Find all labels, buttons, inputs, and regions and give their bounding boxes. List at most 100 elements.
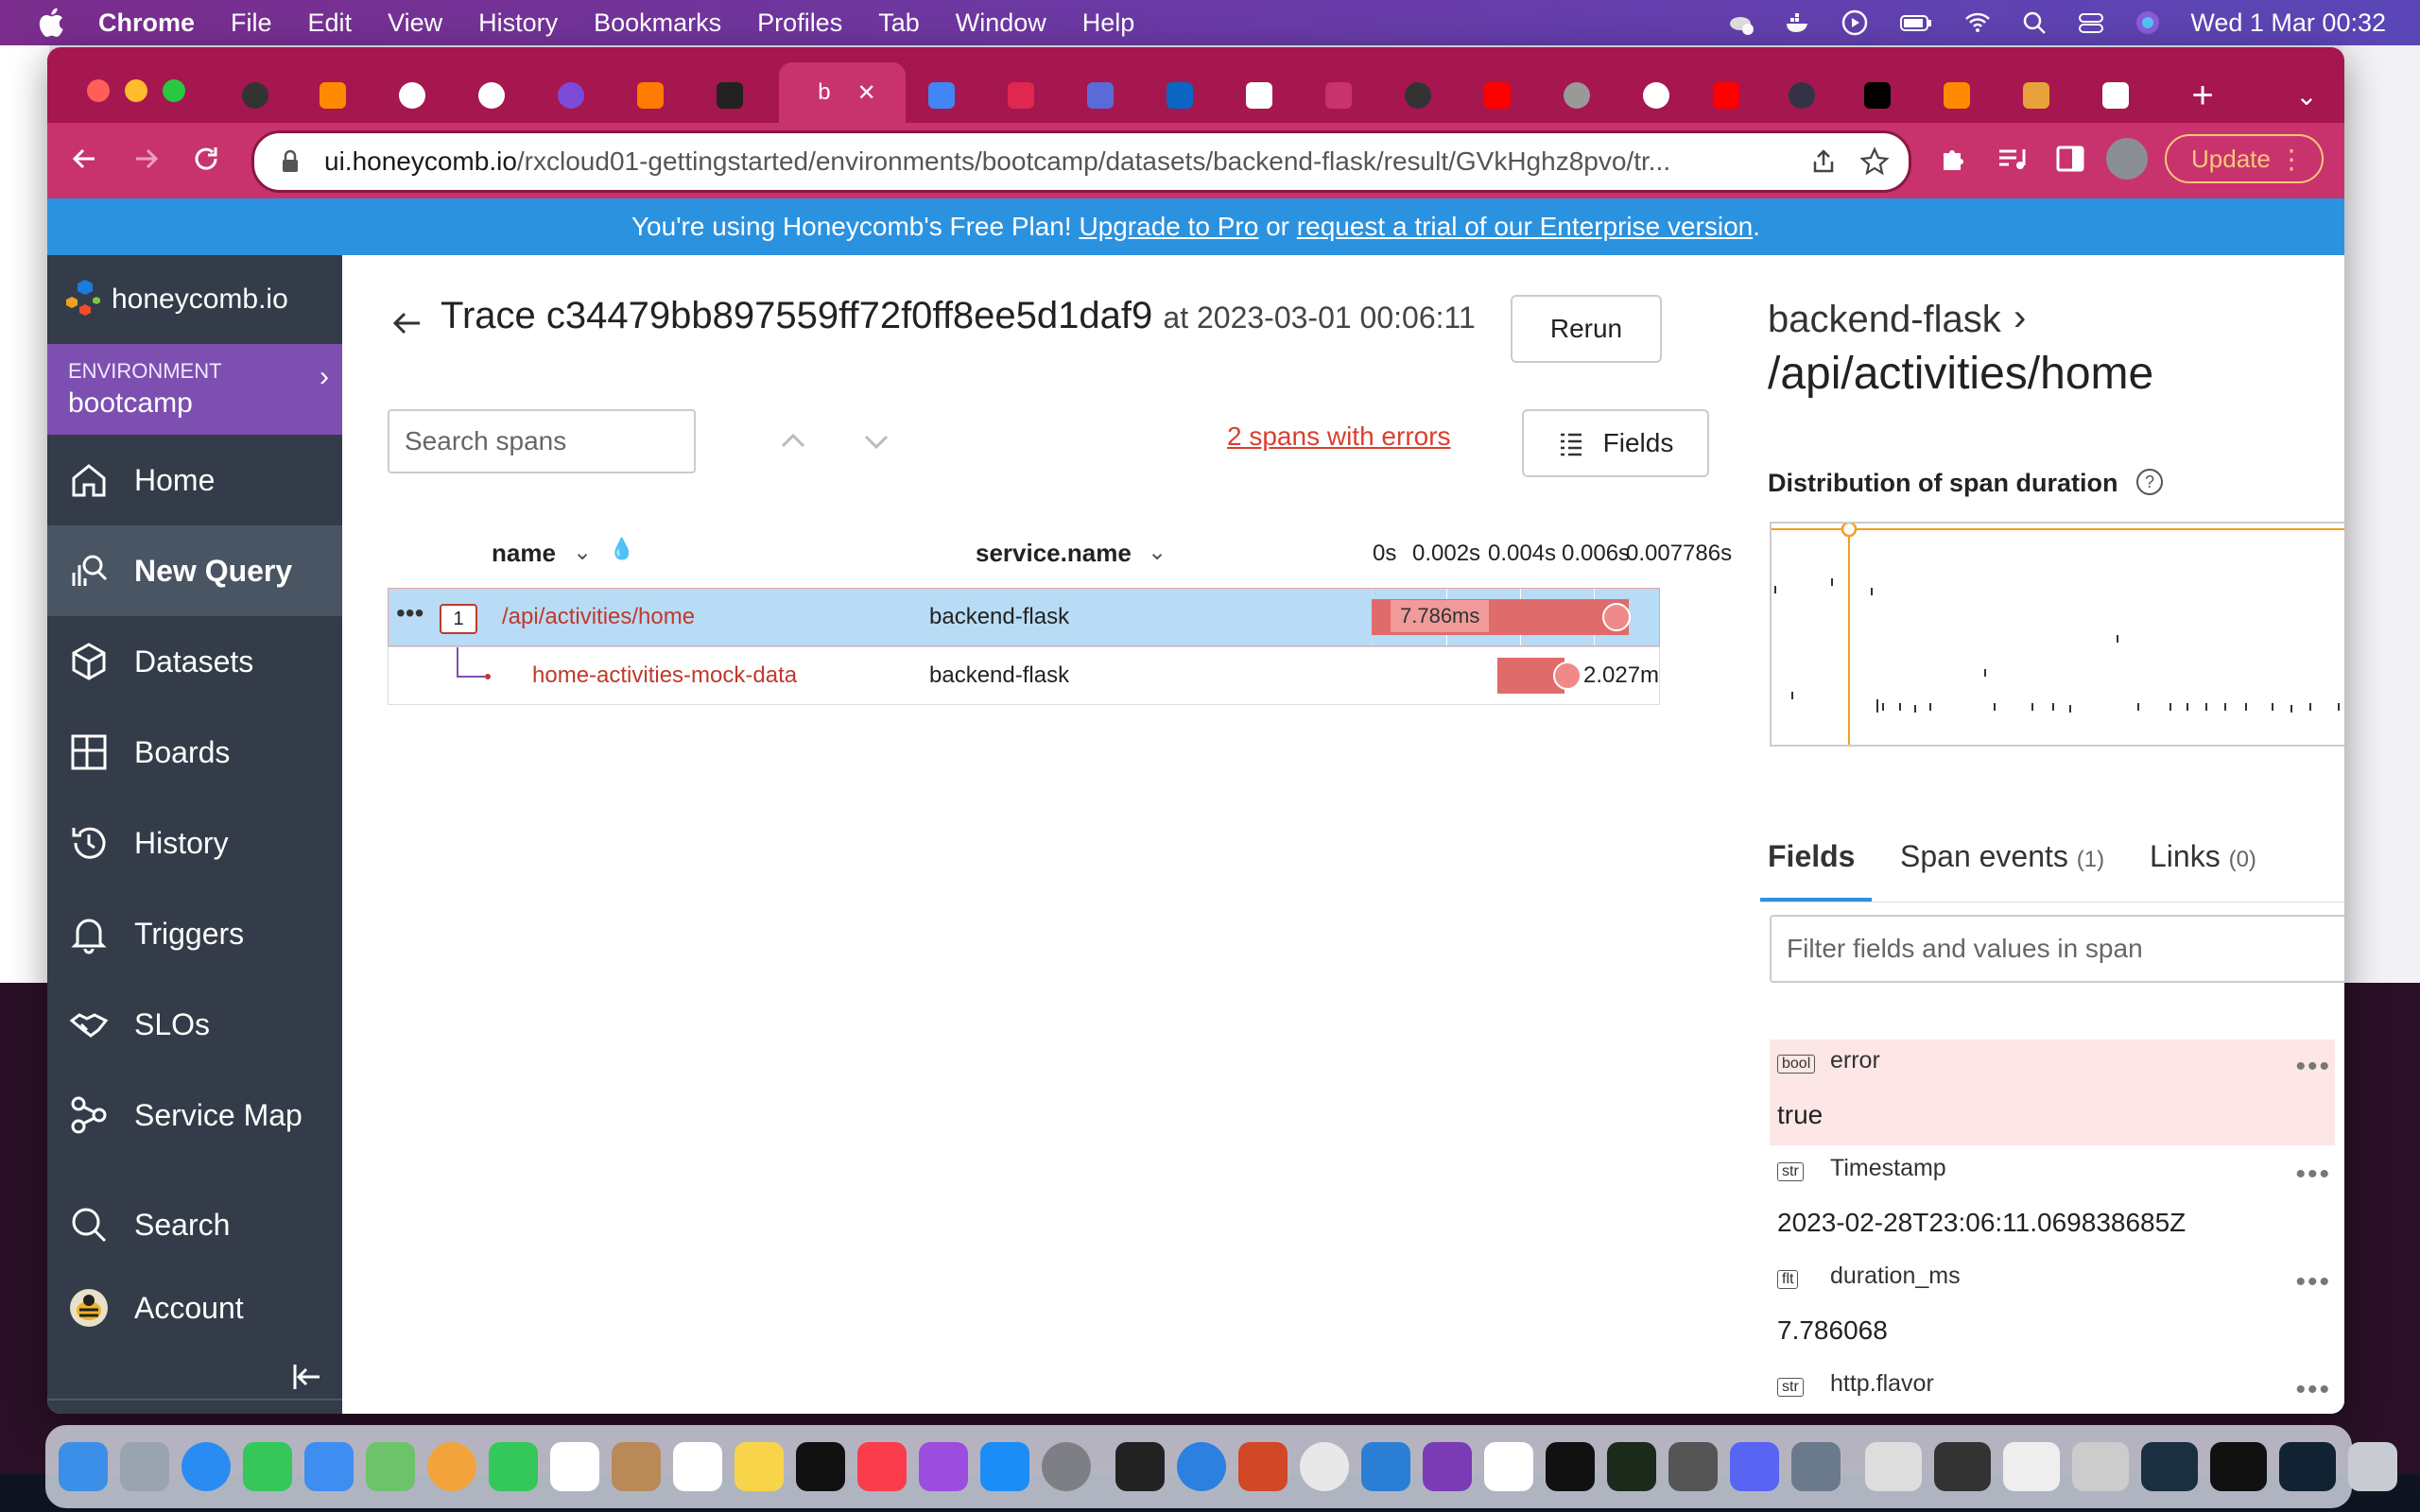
nav-triggers[interactable]: Triggers [47, 888, 342, 979]
calendar-icon[interactable] [550, 1442, 599, 1491]
terminal-icon[interactable] [1115, 1442, 1165, 1491]
tab-linkedin[interactable] [1151, 66, 1208, 125]
menu-tab[interactable]: Tab [878, 9, 920, 38]
nav-home[interactable]: Home [47, 435, 342, 525]
fields-button[interactable]: Fields [1522, 409, 1709, 477]
menu-profiles[interactable]: Profiles [757, 9, 842, 38]
drop-icon[interactable]: 💧 [609, 537, 634, 561]
tab-span-events[interactable]: Span events (1) [1900, 839, 2104, 874]
wifi-icon[interactable] [1963, 9, 1992, 37]
recent-window-thumb[interactable] [2141, 1442, 2198, 1491]
span-name-root[interactable]: /api/activities/home [502, 604, 695, 630]
siri-icon[interactable] [2134, 9, 2162, 37]
recent-window-thumb[interactable] [2003, 1442, 2060, 1491]
nav-search[interactable]: Search [47, 1179, 342, 1270]
span-duration-histogram[interactable] [1770, 522, 2344, 747]
back-arrow-icon[interactable] [388, 304, 425, 342]
field-menu-dots-icon[interactable]: ••• [2295, 1159, 2331, 1191]
tab-box[interactable] [2008, 66, 2065, 125]
music-icon[interactable] [857, 1442, 907, 1491]
menu-window[interactable]: Window [956, 9, 1046, 38]
menu-bookmarks[interactable]: Bookmarks [594, 9, 721, 38]
environment-selector[interactable]: ENVIRONMENT bootcamp › [47, 344, 342, 435]
tab-github-2[interactable] [1390, 66, 1446, 125]
tab-medium[interactable] [1849, 66, 1906, 125]
menu-history[interactable]: History [478, 9, 558, 38]
column-name[interactable]: name [492, 539, 556, 568]
field-menu-dots-icon[interactable]: ••• [2295, 1051, 2331, 1083]
activity-monitor-icon[interactable] [1607, 1442, 1656, 1491]
chrome-icon[interactable] [1300, 1442, 1349, 1491]
span-row-root[interactable]: ••• 1 /api/activities/home backend-flask… [388, 588, 1660, 646]
nav-service-map[interactable]: Service Map [47, 1070, 342, 1160]
photos-icon[interactable] [427, 1442, 476, 1491]
recent-window-thumb[interactable] [1934, 1442, 1991, 1491]
row-menu-dots-icon[interactable]: ••• [396, 598, 424, 628]
apple-tv-icon[interactable] [796, 1442, 845, 1491]
menu-app-name[interactable]: Chrome [98, 9, 195, 38]
address-bar[interactable]: ui.honeycomb.io/rxcloud01-gettingstarted… [251, 130, 1911, 193]
service-sort-chevron-icon[interactable]: ⌄ [1148, 539, 1167, 566]
battery-icon[interactable] [1897, 9, 1935, 37]
nav-history[interactable]: History [47, 798, 342, 888]
migration-icon[interactable] [1668, 1442, 1718, 1491]
tab-momento[interactable] [993, 66, 1049, 125]
back-icon[interactable] [68, 142, 102, 176]
tab-ext[interactable] [543, 66, 599, 125]
tab-honeycomb-active[interactable]: b ✕ [779, 62, 906, 123]
spotlight-icon[interactable] [2020, 9, 2048, 37]
column-service-name[interactable]: service.name [976, 539, 1132, 568]
lock-icon[interactable] [281, 149, 300, 174]
chevron-right-icon[interactable]: › [2014, 297, 2026, 339]
finder-icon[interactable] [59, 1442, 108, 1491]
tab-fields[interactable]: Fields [1768, 839, 1855, 874]
nav-datasets[interactable]: Datasets [47, 616, 342, 707]
play-icon[interactable] [1841, 9, 1869, 37]
tab-aws[interactable] [622, 66, 679, 125]
system-settings-icon[interactable] [1042, 1442, 1091, 1491]
error-marker-icon[interactable] [1602, 603, 1631, 631]
tab-web-1[interactable] [384, 66, 441, 125]
field-row-error[interactable]: bool error true ••• [1770, 1040, 2335, 1145]
tab-dark[interactable] [1773, 66, 1830, 125]
reload-icon[interactable] [189, 142, 223, 176]
field-menu-dots-icon[interactable]: ••• [2295, 1374, 2331, 1406]
powerpoint-icon[interactable] [1238, 1442, 1288, 1491]
rerun-button[interactable]: Rerun [1511, 295, 1662, 363]
chevron-up-icon[interactable] [777, 425, 809, 457]
zoom-window-button[interactable] [163, 79, 185, 102]
nav-slos[interactable]: SLOs [47, 979, 342, 1070]
chevron-down-icon[interactable] [860, 425, 892, 457]
menu-clock[interactable]: Wed 1 Mar 00:32 [2190, 9, 2386, 38]
reminders-icon[interactable] [673, 1442, 722, 1491]
share-icon[interactable] [1810, 148, 1837, 175]
minimize-window-button[interactable] [125, 79, 147, 102]
tab-gitpod-2[interactable] [1928, 66, 1985, 125]
forward-icon[interactable] [129, 142, 163, 176]
onenote-icon[interactable] [1423, 1442, 1472, 1491]
mail-icon[interactable] [304, 1442, 354, 1491]
tab-youtube-1[interactable] [1469, 66, 1526, 125]
recent-window-thumb[interactable] [2279, 1442, 2336, 1491]
docker-icon[interactable] [1784, 9, 1812, 37]
tab-web-2[interactable] [463, 66, 520, 125]
tab-web-3[interactable] [1628, 66, 1685, 125]
tab-search-chevron-icon[interactable]: ⌄ [2278, 66, 2335, 125]
enterprise-trial-link[interactable]: request a trial of our Enterprise versio… [1297, 212, 1753, 242]
honeycomb-logo[interactable]: honeycomb.io [47, 255, 342, 344]
new-tab-button[interactable]: + [2174, 66, 2231, 125]
recent-window-thumb[interactable] [2072, 1442, 2129, 1491]
filter-fields-input[interactable]: Filter fields and values in span [1770, 915, 2344, 983]
close-window-button[interactable] [87, 79, 110, 102]
tab-github[interactable] [227, 66, 284, 125]
cloud-icon[interactable] [1727, 9, 1755, 37]
profile-avatar[interactable] [2106, 138, 2148, 180]
bookmark-star-icon[interactable] [1859, 146, 1890, 177]
error-marker-icon[interactable] [1553, 662, 1582, 690]
tab-shape[interactable] [1072, 66, 1129, 125]
media-control-icon[interactable] [1995, 142, 2029, 176]
nav-account[interactable]: Account [47, 1263, 342, 1353]
discord-icon[interactable] [1730, 1442, 1779, 1491]
recent-window-thumb[interactable] [1865, 1442, 1922, 1491]
field-menu-dots-icon[interactable]: ••• [2295, 1266, 2331, 1298]
